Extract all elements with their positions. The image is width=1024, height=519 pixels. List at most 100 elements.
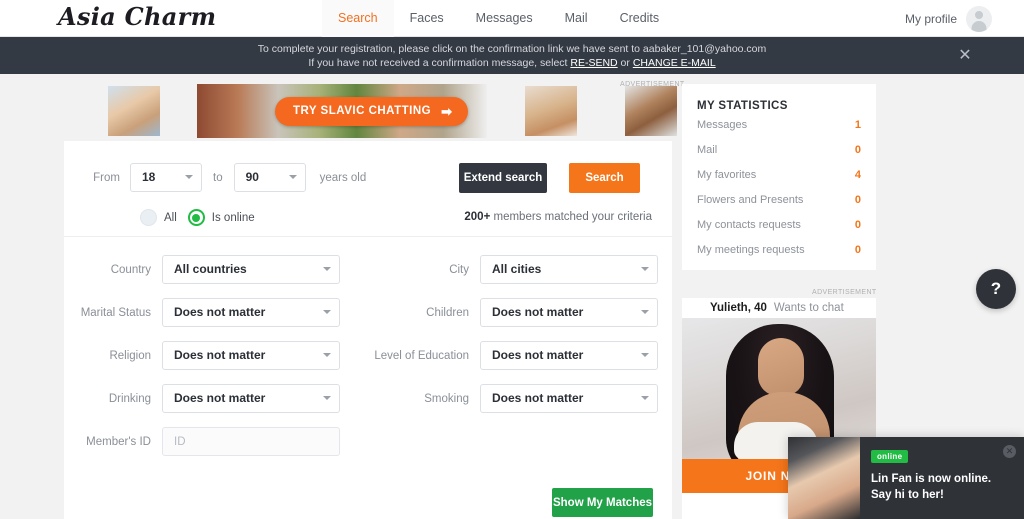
avatar[interactable] [966,5,992,32]
site-logo[interactable]: Asia Charm [58,2,216,31]
search-panel-header: From 18 to 90 years old Extend search Se… [64,141,672,237]
toast-avatar-photo[interactable] [788,437,860,519]
radio-is-online-label: Is online [211,211,255,224]
toast-message: Lin Fan is now online. Say hi to her! [871,473,992,501]
stat-value: 0 [854,143,861,156]
chevron-down-icon [323,353,331,357]
filter-children-select[interactable]: Does not matter [480,298,658,327]
notice-line-2: If you have not received a confirmation … [0,56,1024,70]
resend-link[interactable]: RE-SEND [570,57,617,69]
show-my-matches-button[interactable]: Show My Matches [552,488,653,517]
stat-label: Flowers and Presents [697,193,804,206]
stat-row-messages[interactable]: Messages 1 [682,112,876,137]
banner-cta-label: TRY SLAVIC CHATTING [293,105,432,117]
arrow-right-icon: ➡ [441,104,453,119]
filter-children-value: Does not matter [492,305,584,319]
radio-is-online[interactable]: Is online [187,209,255,226]
banner-thumb-left[interactable] [108,86,160,136]
stat-row-my-contacts-requests[interactable]: My contacts requests 0 [682,212,876,237]
nav-item-faces[interactable]: Faces [394,0,460,37]
my-statistics-panel: MY STATISTICS Messages 1 Mail 0 My favor… [682,84,876,270]
help-button[interactable]: ? [976,269,1016,309]
chevron-down-icon [641,310,649,314]
stat-value: 1 [854,118,861,131]
filter-city-select[interactable]: All cities [480,255,658,284]
nav-item-messages[interactable]: Messages [460,0,549,37]
to-label: to [213,171,223,184]
filter-country: Country All countries [64,255,340,284]
site-header: Asia Charm Search Faces Messages Mail Cr… [0,0,1024,37]
filter-children-label: Children [426,306,469,319]
filter-drinking: Drinking Does not matter [64,384,340,413]
match-count-text: members matched your criteria [493,211,653,223]
filter-education-select[interactable]: Does not matter [480,341,658,370]
close-icon[interactable]: ✕ [954,45,976,67]
change-email-link[interactable]: CHANGE E-MAIL [633,57,716,69]
search-panel: From 18 to 90 years old Extend search Se… [64,141,672,519]
filter-country-value: All countries [174,262,247,276]
search-filters-form: Country All countries City All cities Ma… [64,237,672,470]
filter-religion: Religion Does not matter [64,341,340,370]
filter-country-label: Country [110,263,151,276]
nav-item-credits[interactable]: Credits [604,0,676,37]
chevron-down-icon [323,267,331,271]
member-id-input[interactable] [162,427,340,456]
close-icon[interactable]: ✕ [1003,445,1016,458]
stat-label: My favorites [697,168,757,181]
filter-marital-status: Marital Status Does not matter [64,298,340,327]
banner-thumb-right[interactable] [525,86,577,136]
filter-row: Member's ID [64,427,672,470]
slavic-chat-banner[interactable]: TRY SLAVIC CHATTING ➡ [197,84,487,138]
filter-smoking-label: Smoking [424,392,469,405]
from-label: From [93,171,120,184]
chevron-down-icon [323,310,331,314]
age-to-select[interactable]: 90 [233,163,306,192]
promo-photo-face [758,338,804,396]
nav-item-search[interactable]: Search [322,0,394,37]
stat-label: My meetings requests [697,243,805,256]
stat-row-my-meetings-requests[interactable]: My meetings requests 0 [682,237,876,262]
banner-side-thumb[interactable] [625,86,677,136]
profile-label: My profile [904,11,957,26]
stat-row-flowers-and-presents[interactable]: Flowers and Presents 0 [682,187,876,212]
promo-banner-strip: TRY SLAVIC CHATTING ➡ [0,80,680,142]
chevron-down-icon [323,396,331,400]
stat-value: 4 [854,168,861,181]
filter-smoking-value: Does not matter [492,391,584,405]
filter-drinking-select[interactable]: Does not matter [162,384,340,413]
filter-religion-label: Religion [109,349,151,362]
stat-label: Mail [697,143,718,156]
extend-search-button[interactable]: Extend search [459,163,547,193]
chevron-down-icon [641,267,649,271]
filter-member-id: Member's ID [64,427,340,456]
radio-all[interactable]: All [140,209,177,226]
chevron-down-icon [641,396,649,400]
filter-education-label: Level of Education [374,349,469,362]
age-from-value: 18 [142,170,156,184]
filter-religion-select[interactable]: Does not matter [162,341,340,370]
profile-area[interactable]: My profile [905,0,992,37]
chat-notification-toast[interactable]: online Lin Fan is now online. Say hi to … [788,437,1024,519]
promo-subtitle: Wants to chat [773,302,844,314]
filter-row: Country All countries City All cities [64,255,672,298]
chevron-down-icon [641,353,649,357]
chevron-down-icon [185,175,193,179]
page-root: Asia Charm Search Faces Messages Mail Cr… [0,0,1024,519]
filter-education: Level of Education Does not matter [370,341,658,370]
radio-is-online-dot [187,209,205,226]
filter-marital-status-select[interactable]: Does not matter [162,298,340,327]
try-slavic-chatting-button[interactable]: TRY SLAVIC CHATTING ➡ [275,97,468,126]
age-from-select[interactable]: 18 [130,163,202,192]
notice-line-2-prefix: If you have not received a confirmation … [308,57,571,69]
search-button[interactable]: Search [569,163,640,193]
stat-row-my-favorites[interactable]: My favorites 4 [682,162,876,187]
advertisement-label-right: ADVERTISEMENT [812,289,877,296]
notice-or: or [617,57,633,69]
stat-row-mail[interactable]: Mail 0 [682,137,876,162]
nav-item-mail[interactable]: Mail [549,0,604,37]
filter-smoking-select[interactable]: Does not matter [480,384,658,413]
filter-drinking-value: Does not matter [174,391,266,405]
filter-country-select[interactable]: All countries [162,255,340,284]
filter-marital-status-label: Marital Status [80,306,151,319]
radio-all-dot [140,209,157,226]
